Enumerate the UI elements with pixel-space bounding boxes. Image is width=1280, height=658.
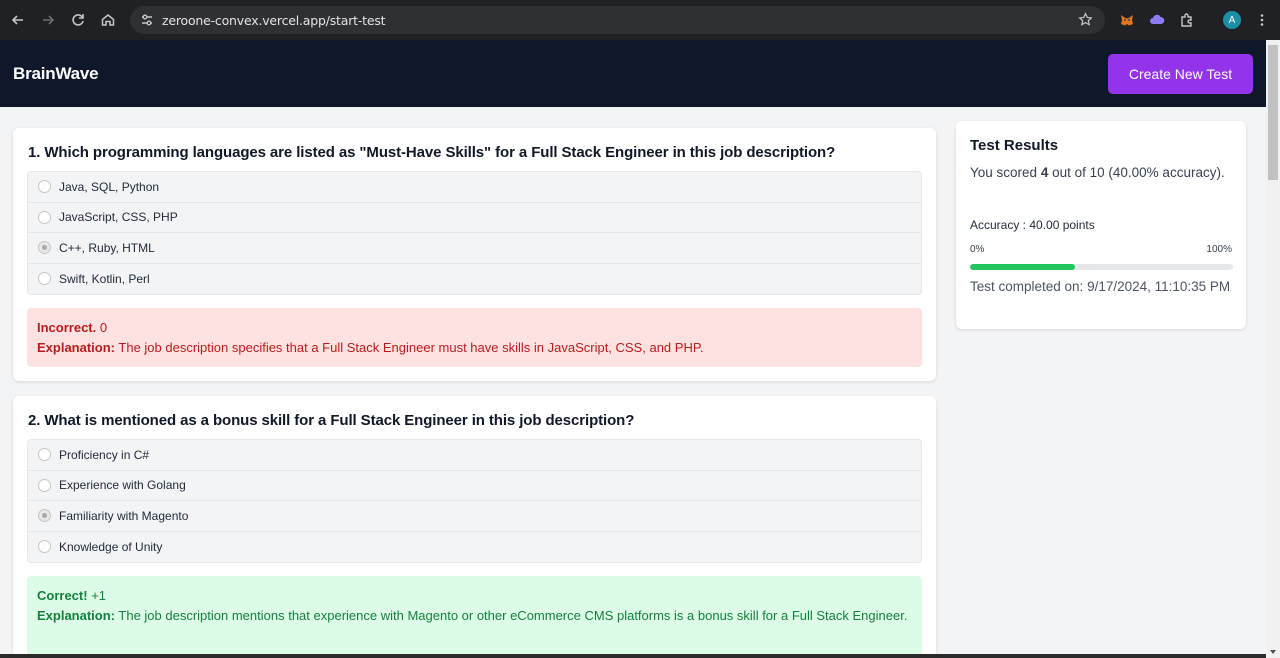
answer-option[interactable]: C++, Ruby, HTML <box>28 233 921 264</box>
answer-options: Proficiency in C# Experience with Golang… <box>27 439 922 563</box>
result-status: Correct! <box>37 588 88 603</box>
answer-option[interactable]: Familiarity with Magento <box>28 501 921 532</box>
option-label: JavaScript, CSS, PHP <box>59 210 178 225</box>
question-title: 1. Which programming languages are liste… <box>28 144 836 161</box>
feedback-correct: Correct! +1 Explanation: The job descrip… <box>27 576 922 656</box>
home-button[interactable] <box>93 5 123 35</box>
question-card-2: 2. What is mentioned as a bonus skill fo… <box>13 396 936 658</box>
page-scrollbar[interactable] <box>1266 40 1280 658</box>
answer-options: Java, SQL, Python JavaScript, CSS, PHP C… <box>27 171 922 295</box>
radio-button[interactable] <box>38 448 51 462</box>
kebab-menu-icon[interactable] <box>1252 10 1272 30</box>
scrollbar-thumb[interactable] <box>1268 45 1278 180</box>
radio-button[interactable] <box>38 180 51 194</box>
results-title: Test Results <box>970 137 1059 154</box>
option-label: Familiarity with Magento <box>59 508 189 523</box>
radio-button[interactable] <box>38 540 51 554</box>
answer-option[interactable]: Proficiency in C# <box>28 440 921 471</box>
browser-toolbar: zeroone-convex.vercel.app/start-test A <box>0 0 1280 40</box>
option-label: Knowledge of Unity <box>59 539 163 554</box>
url-text[interactable]: zeroone-convex.vercel.app/start-test <box>162 13 386 28</box>
answer-option[interactable]: Java, SQL, Python <box>28 172 921 203</box>
back-button[interactable] <box>3 5 33 35</box>
bookmark-star-icon[interactable] <box>1078 12 1093 27</box>
create-new-test-button[interactable]: Create New Test <box>1108 54 1253 94</box>
arrow-left-icon <box>11 15 23 25</box>
question-card-1: 1. Which programming languages are liste… <box>13 128 936 381</box>
progress-fill <box>970 264 1076 270</box>
reload-button[interactable] <box>63 5 93 35</box>
explanation-text: The job description specifies that a Ful… <box>118 340 704 355</box>
option-label: Java, SQL, Python <box>59 179 160 194</box>
metamask-extension-icon[interactable] <box>1117 10 1137 30</box>
site-info-icon[interactable] <box>140 13 154 27</box>
radio-button[interactable] <box>38 210 51 224</box>
cloud-extension-icon[interactable] <box>1147 10 1167 30</box>
radio-button[interactable] <box>38 272 51 286</box>
answer-option[interactable]: JavaScript, CSS, PHP <box>28 203 921 233</box>
radio-button-selected[interactable] <box>38 241 51 255</box>
explanation-label: Explanation: <box>37 340 116 355</box>
points: +1 <box>91 588 107 603</box>
answer-option[interactable]: Knowledge of Unity <box>28 532 921 563</box>
horizontal-scroll-strip <box>0 654 1266 658</box>
profile-avatar[interactable]: A <box>1222 10 1242 30</box>
result-status: Incorrect. <box>37 320 97 335</box>
radio-button-selected[interactable] <box>38 509 51 523</box>
address-bar[interactable]: zeroone-convex.vercel.app/start-test <box>130 6 1105 34</box>
avatar: A <box>1223 11 1241 29</box>
arrow-right-icon <box>43 15 55 25</box>
accuracy-label: Accuracy : 40.00 points <box>970 218 1095 232</box>
points: 0 <box>99 320 108 335</box>
radio-button[interactable] <box>38 478 51 492</box>
explanation-text: The job description mentions that experi… <box>118 608 908 623</box>
option-label: Experience with Golang <box>59 478 186 493</box>
extensions-puzzle-icon[interactable] <box>1177 10 1197 30</box>
test-results-card: Test Results You scored 4 out of 10 (40.… <box>956 121 1246 329</box>
home-icon <box>101 14 115 26</box>
scroll-down-arrow-icon[interactable] <box>1270 650 1276 654</box>
forward-button[interactable] <box>33 5 63 35</box>
score-value: 4 <box>1040 165 1049 180</box>
feedback-incorrect: Incorrect. 0 Explanation: The job descri… <box>27 308 922 367</box>
score-prefix: You scored <box>970 165 1038 180</box>
score-suffix: out of 10 (40.00% accuracy). <box>1052 165 1225 180</box>
option-label: Swift, Kotlin, Perl <box>59 271 150 286</box>
option-label: Proficiency in C# <box>59 447 150 462</box>
progress-min-label: 0% <box>970 244 985 255</box>
option-label: C++, Ruby, HTML <box>59 240 155 255</box>
answer-option[interactable]: Swift, Kotlin, Perl <box>28 264 921 295</box>
completion-timestamp: Test completed on: 9/17/2024, 11:10:35 P… <box>970 279 1231 294</box>
answer-option[interactable]: Experience with Golang <box>28 471 921 501</box>
progress-max-label: 100% <box>1206 244 1232 255</box>
reload-icon <box>72 14 84 26</box>
brand-logo[interactable]: BrainWave <box>13 64 99 84</box>
explanation-label: Explanation: <box>37 608 116 623</box>
score-summary: You scored 4 out of 10 (40.00% accuracy)… <box>970 163 1232 183</box>
app-header: BrainWave Create New Test <box>0 40 1266 107</box>
question-title: 2. What is mentioned as a bonus skill fo… <box>28 412 635 429</box>
accuracy-progress-bar <box>970 264 1233 270</box>
